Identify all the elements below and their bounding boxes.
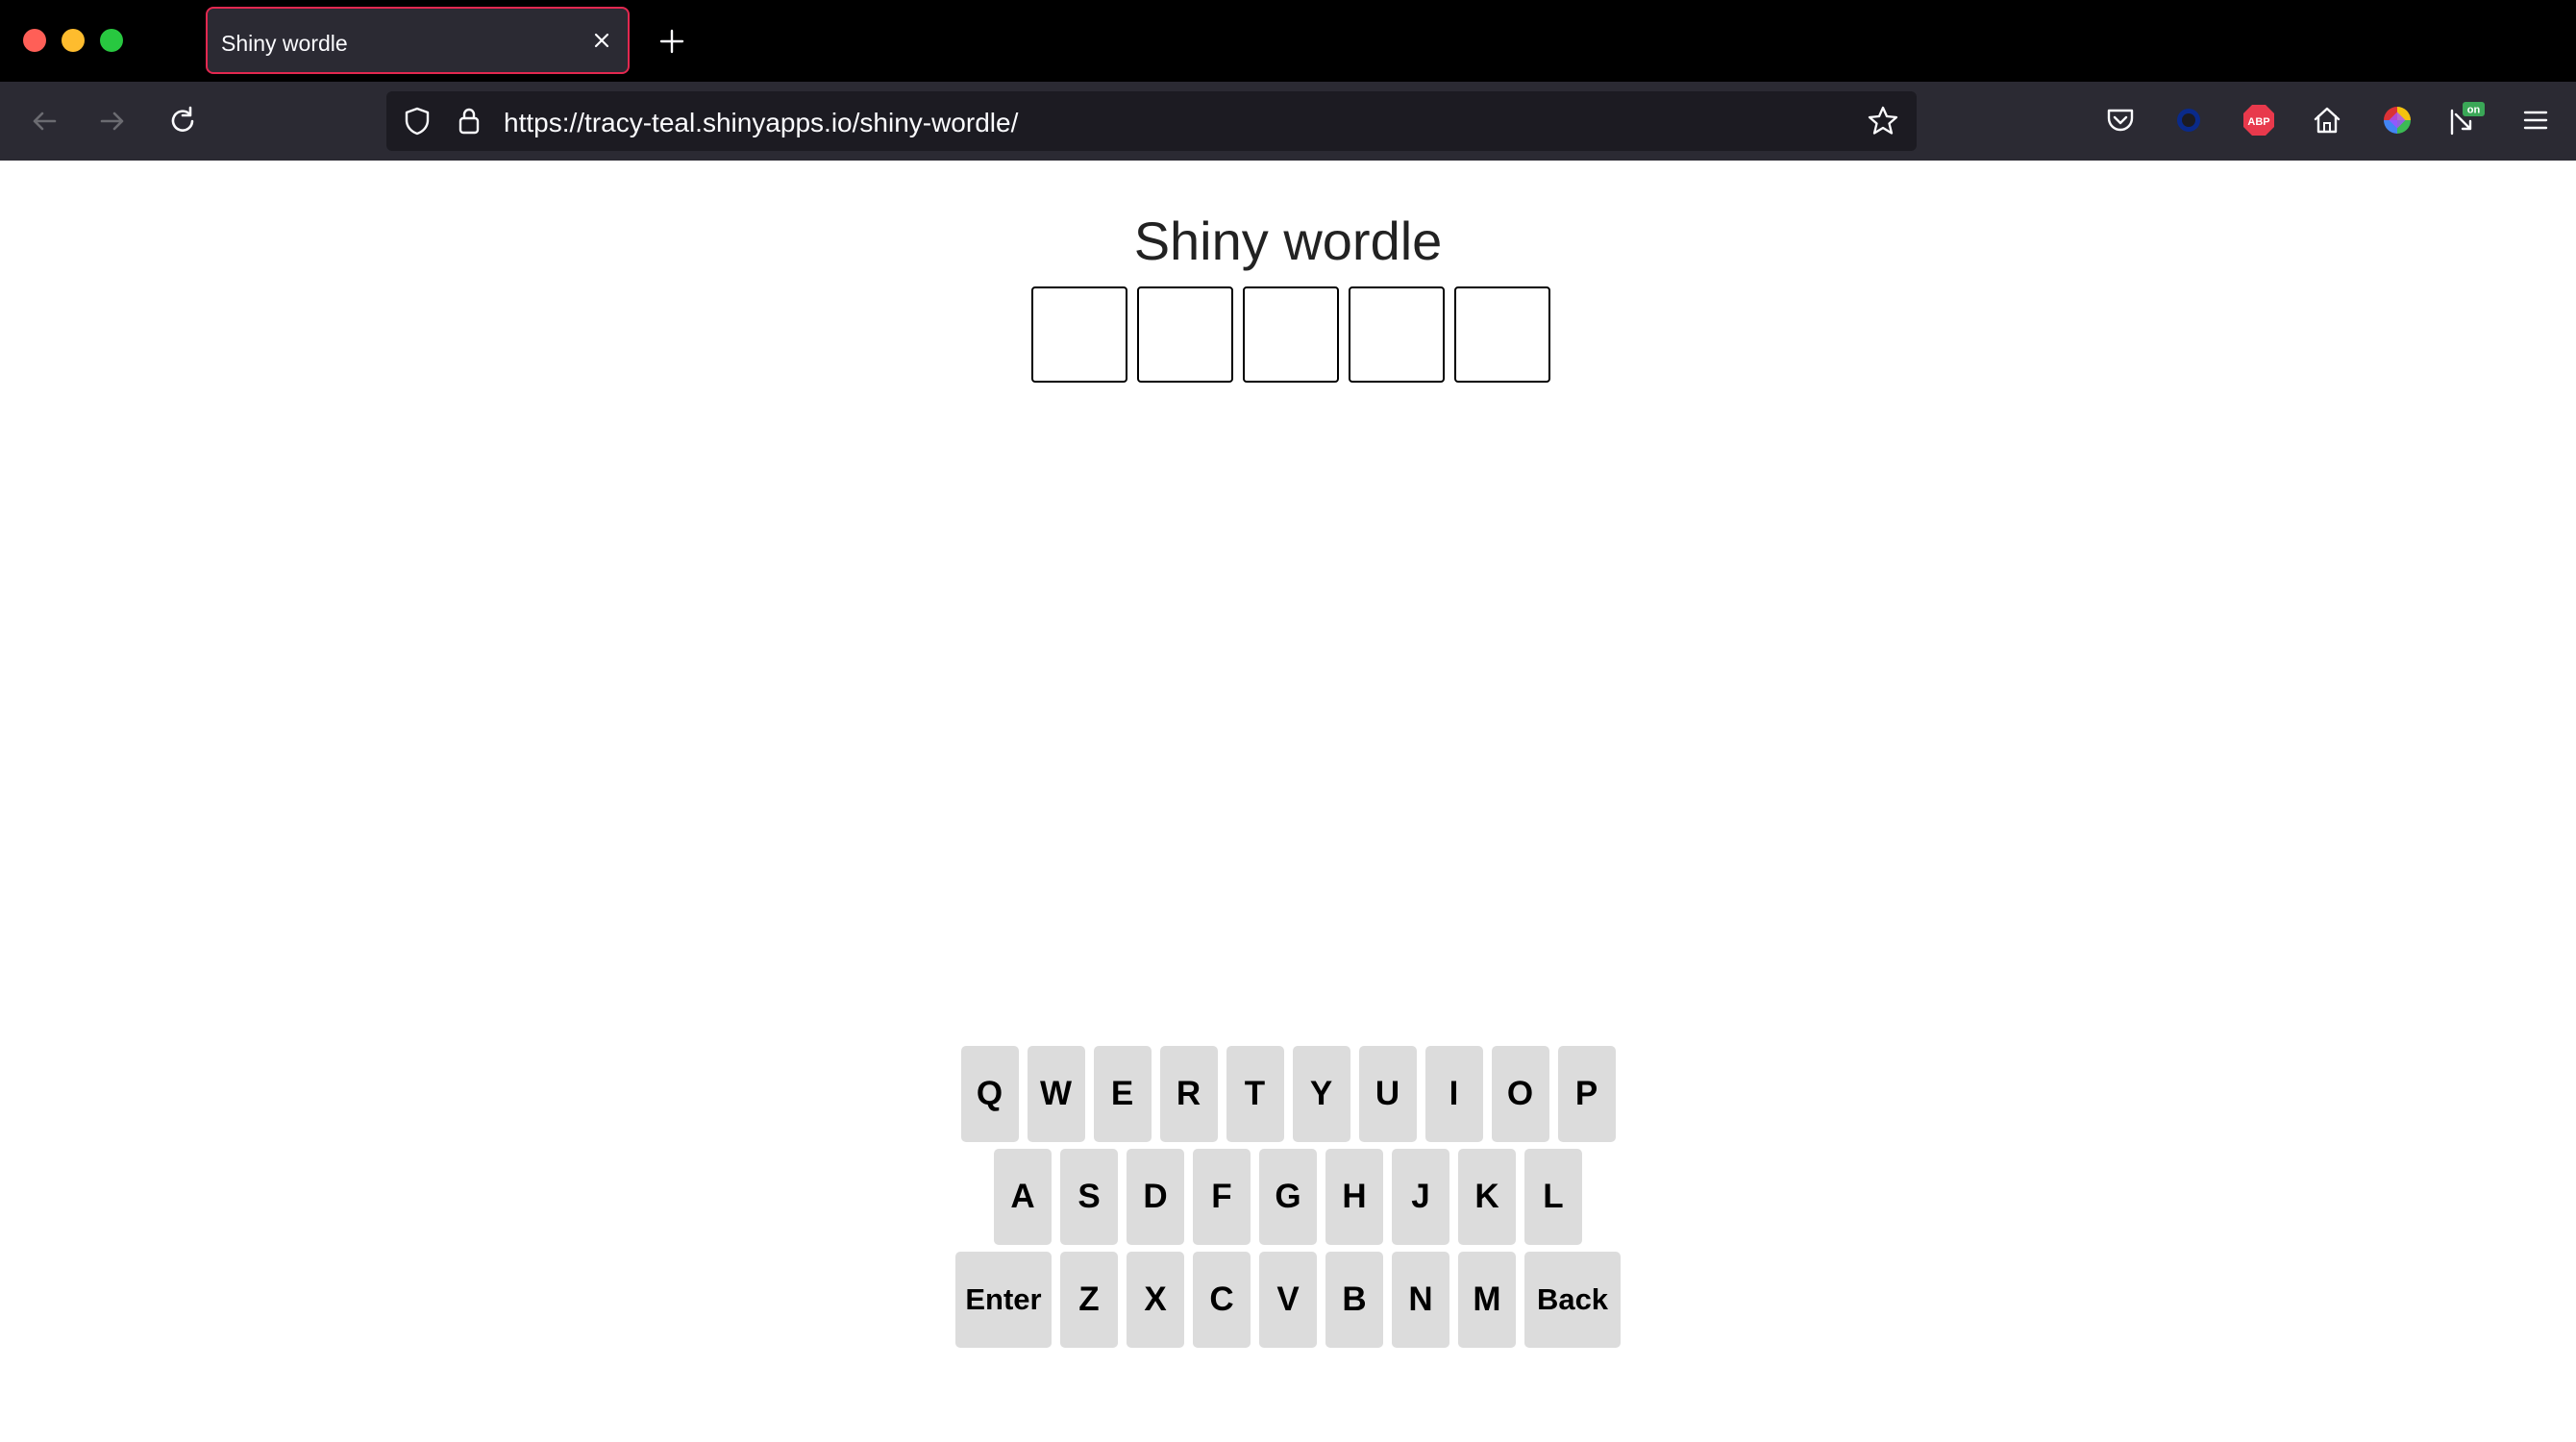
key-l[interactable]: L bbox=[1524, 1149, 1582, 1245]
navigation-toolbar: https://tracy-teal.shinyapps.io/shiny-wo… bbox=[0, 82, 2576, 161]
letter-cell bbox=[1137, 286, 1233, 383]
key-a[interactable]: A bbox=[994, 1149, 1052, 1245]
url-text[interactable]: https://tracy-teal.shinyapps.io/shiny-wo… bbox=[504, 108, 1018, 138]
back-button[interactable] bbox=[25, 102, 63, 140]
color-picker-icon bbox=[2384, 107, 2411, 134]
guess-board bbox=[1031, 286, 1550, 383]
letter-cell bbox=[1349, 286, 1445, 383]
keyboard-row-3: Enter Z X C V B N M Back bbox=[0, 1252, 2576, 1348]
on-screen-keyboard: Q W E R T Y U I O P A S D F G H J K L En… bbox=[0, 1046, 2576, 1355]
back-icon bbox=[33, 112, 57, 131]
key-o[interactable]: O bbox=[1491, 1046, 1549, 1142]
svg-text:on: on bbox=[2467, 105, 2481, 116]
forward-icon bbox=[100, 112, 124, 131]
key-u[interactable]: U bbox=[1358, 1046, 1417, 1142]
reload-button[interactable] bbox=[163, 102, 202, 140]
svg-text:ABP: ABP bbox=[2247, 116, 2269, 128]
minimize-window-button[interactable] bbox=[62, 29, 85, 52]
key-m[interactable]: M bbox=[1458, 1252, 1516, 1348]
key-q[interactable]: Q bbox=[960, 1046, 1019, 1142]
cursor-extension-button[interactable]: on bbox=[2447, 101, 2486, 139]
extension-circle-button[interactable] bbox=[2169, 101, 2208, 139]
forward-button[interactable] bbox=[93, 102, 132, 140]
key-w[interactable]: W bbox=[1027, 1046, 1085, 1142]
key-z[interactable]: Z bbox=[1060, 1252, 1118, 1348]
new-tab-plus-icon[interactable] bbox=[656, 25, 688, 58]
reload-icon bbox=[171, 106, 194, 132]
color-picker-button[interactable] bbox=[2378, 101, 2416, 139]
key-r[interactable]: R bbox=[1159, 1046, 1218, 1142]
key-e[interactable]: E bbox=[1093, 1046, 1152, 1142]
pocket-icon bbox=[2107, 109, 2134, 132]
adblock-button[interactable]: ABP bbox=[2240, 101, 2278, 139]
key-k[interactable]: K bbox=[1458, 1149, 1516, 1245]
key-j[interactable]: J bbox=[1392, 1149, 1449, 1245]
key-s[interactable]: S bbox=[1060, 1149, 1118, 1245]
keyboard-row-2: A S D F G H J K L bbox=[0, 1149, 2576, 1245]
keyboard-row-1: Q W E R T Y U I O P bbox=[0, 1046, 2576, 1142]
key-g[interactable]: G bbox=[1259, 1149, 1317, 1245]
key-b[interactable]: B bbox=[1325, 1252, 1383, 1348]
enter-key[interactable]: Enter bbox=[955, 1252, 1052, 1348]
extension-circle-icon bbox=[2177, 109, 2200, 132]
letter-cell bbox=[1243, 286, 1339, 383]
menu-icon bbox=[2523, 111, 2548, 130]
letter-cell bbox=[1454, 286, 1550, 383]
url-bar[interactable]: https://tracy-teal.shinyapps.io/shiny-wo… bbox=[386, 91, 1917, 151]
tab-title: Shiny wordle bbox=[221, 31, 348, 56]
key-h[interactable]: H bbox=[1325, 1149, 1383, 1245]
key-x[interactable]: X bbox=[1127, 1252, 1184, 1348]
key-c[interactable]: C bbox=[1193, 1252, 1251, 1348]
maximize-window-button[interactable] bbox=[100, 29, 123, 52]
close-icon[interactable] bbox=[589, 28, 614, 53]
bookmark-star-icon[interactable] bbox=[1867, 105, 1899, 137]
key-n[interactable]: N bbox=[1392, 1252, 1449, 1348]
pocket-button[interactable] bbox=[2101, 101, 2140, 139]
active-tab[interactable]: Shiny wordle bbox=[206, 7, 630, 74]
menu-button[interactable] bbox=[2516, 101, 2555, 139]
letter-cell bbox=[1031, 286, 1127, 383]
lock-icon[interactable] bbox=[454, 105, 484, 136]
key-f[interactable]: F bbox=[1193, 1149, 1251, 1245]
home-button[interactable] bbox=[2308, 101, 2346, 139]
shield-icon[interactable] bbox=[402, 106, 433, 137]
page-title: Shiny wordle bbox=[1133, 211, 1443, 271]
close-window-button[interactable] bbox=[23, 29, 46, 52]
adblock-icon: ABP bbox=[2243, 105, 2274, 136]
key-d[interactable]: D bbox=[1127, 1149, 1184, 1245]
key-t[interactable]: T bbox=[1226, 1046, 1284, 1142]
cursor-extension-icon: on bbox=[2450, 102, 2485, 136]
back-key[interactable]: Back bbox=[1524, 1252, 1621, 1348]
key-y[interactable]: Y bbox=[1292, 1046, 1350, 1142]
home-icon bbox=[2314, 107, 2341, 134]
key-i[interactable]: I bbox=[1424, 1046, 1483, 1142]
key-p[interactable]: P bbox=[1557, 1046, 1616, 1142]
key-v[interactable]: V bbox=[1259, 1252, 1317, 1348]
tab-strip: Shiny wordle bbox=[0, 0, 2576, 82]
